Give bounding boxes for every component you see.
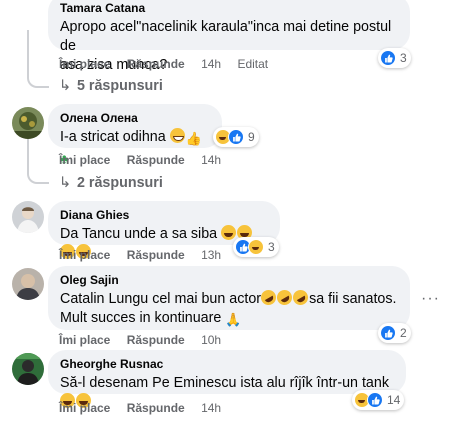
- comment-actions: Îmi place Răspunde 14h: [59, 153, 234, 167]
- reply-button[interactable]: Răspunde: [127, 57, 185, 71]
- comment-text-line: sa fii sanatos.: [309, 291, 397, 307]
- reaction-summary[interactable]: 3: [378, 48, 411, 68]
- reply-button[interactable]: Răspunde: [127, 153, 185, 167]
- avatar[interactable]: [12, 268, 44, 300]
- comment-author[interactable]: Tamara Catana: [60, 1, 398, 16]
- reaction-count: 3: [400, 51, 407, 65]
- reaction-summary[interactable]: 9: [213, 127, 259, 147]
- avatar-image: [12, 268, 44, 300]
- comment-text-line: I-a stricat odihna: [60, 129, 166, 145]
- view-replies-link[interactable]: ↳ 2 răspunsuri: [59, 175, 163, 191]
- avatar[interactable]: [12, 201, 44, 233]
- like-button[interactable]: Îmi place: [59, 153, 110, 167]
- view-replies-link[interactable]: ↳ 5 răspunsuri: [59, 78, 163, 94]
- avatar[interactable]: [12, 107, 44, 139]
- reaction-summary[interactable]: 3: [233, 237, 279, 257]
- comment-text-line: Catalin Lungu cel mai bun actor: [60, 291, 262, 307]
- like-reaction-icon: [367, 392, 383, 408]
- avatar[interactable]: [12, 353, 44, 385]
- reaction-summary[interactable]: 14: [352, 390, 405, 410]
- comment-actions: Îmi place Răspunde 10h: [59, 333, 234, 347]
- comment-actions: Îmi place Răspunde 14h: [59, 401, 234, 415]
- praying-hands-emoji-icon: 🙏: [225, 312, 242, 327]
- comment-text-line: Mult succes in kontinuare: [60, 310, 222, 326]
- like-reaction-icon: [228, 129, 244, 145]
- comment-timestamp[interactable]: 14h: [201, 57, 221, 71]
- edited-label: Editat: [237, 57, 269, 71]
- comment-author[interactable]: Gheorghe Rusnac: [60, 357, 394, 372]
- comment-bubble: Олена Олена I-a stricat odihna 👍♣: [48, 104, 222, 166]
- comment-text: Catalin Lungu cel mai bun actor sa fii sa…: [60, 287, 398, 329]
- reply-button[interactable]: Răspunde: [127, 401, 185, 415]
- reaction-count: 2: [400, 326, 407, 340]
- reply-arrow-icon: ↳: [59, 78, 71, 94]
- comment-text-line: Apropo acel"nacelinik karaula"inca mai d…: [60, 19, 392, 54]
- reply-arrow-icon: ↳: [59, 175, 71, 191]
- thumbs-up-emoji-icon: 👍: [185, 131, 202, 146]
- reaction-count: 3: [268, 240, 275, 254]
- like-reaction-icon: [380, 325, 396, 341]
- comment-timestamp[interactable]: 14h: [201, 153, 221, 167]
- avatar-image: [12, 107, 44, 139]
- avatar-image: [12, 353, 44, 385]
- comment-bubble: Gheorghe Rusnac Să-l desenam Pe Eminescu…: [48, 350, 406, 408]
- comment-text-line: Da Tancu unde a sa siba: [60, 226, 218, 242]
- comment-author[interactable]: Олена Олена: [60, 111, 210, 126]
- reaction-count: 14: [387, 393, 401, 407]
- haha-reaction-icon: [248, 239, 264, 255]
- reply-button[interactable]: Răspunde: [127, 248, 185, 262]
- avatar-image: [12, 201, 44, 233]
- comment-actions: Îmi place Răspunde 14h Editat: [59, 57, 268, 71]
- reaction-summary[interactable]: 2: [378, 323, 411, 343]
- comment-author[interactable]: Diana Ghies: [60, 208, 268, 223]
- comment-timestamp[interactable]: 14h: [201, 401, 221, 415]
- comment-timestamp[interactable]: 13h: [201, 248, 221, 262]
- like-button[interactable]: Îmi place: [59, 333, 110, 347]
- replies-count: 2 răspunsuri: [76, 175, 163, 191]
- thread-connector: [27, 166, 49, 184]
- grinning-emoji-icon: [169, 128, 185, 143]
- like-reaction-icon: [380, 50, 396, 66]
- comment-author[interactable]: Oleg Sajin: [60, 273, 398, 288]
- like-button[interactable]: Îmi place: [59, 57, 110, 71]
- like-button[interactable]: Îmi place: [59, 401, 110, 415]
- reaction-count: 9: [248, 130, 255, 144]
- laughing-emoji-icon: [221, 225, 237, 240]
- thread-connector: [27, 70, 49, 88]
- comment-timestamp[interactable]: 10h: [201, 333, 221, 347]
- comment-bubble: Tamara Catana Apropo acel"nacelinik kara…: [48, 0, 410, 73]
- comment-text-line: Să-l desenam Pe Eminescu ista alu rîjîk …: [60, 375, 389, 391]
- replies-count: 5 răspunsuri: [76, 78, 163, 94]
- like-button[interactable]: Îmi place: [59, 248, 110, 262]
- more-options-icon[interactable]: ···: [421, 290, 440, 308]
- reply-button[interactable]: Răspunde: [127, 333, 185, 347]
- comment-bubble: Oleg Sajin Catalin Lungu cel mai bun act…: [48, 266, 410, 330]
- comment-actions: Îmi place Răspunde 13h: [59, 248, 234, 262]
- rofl-emoji-icon: [290, 287, 311, 308]
